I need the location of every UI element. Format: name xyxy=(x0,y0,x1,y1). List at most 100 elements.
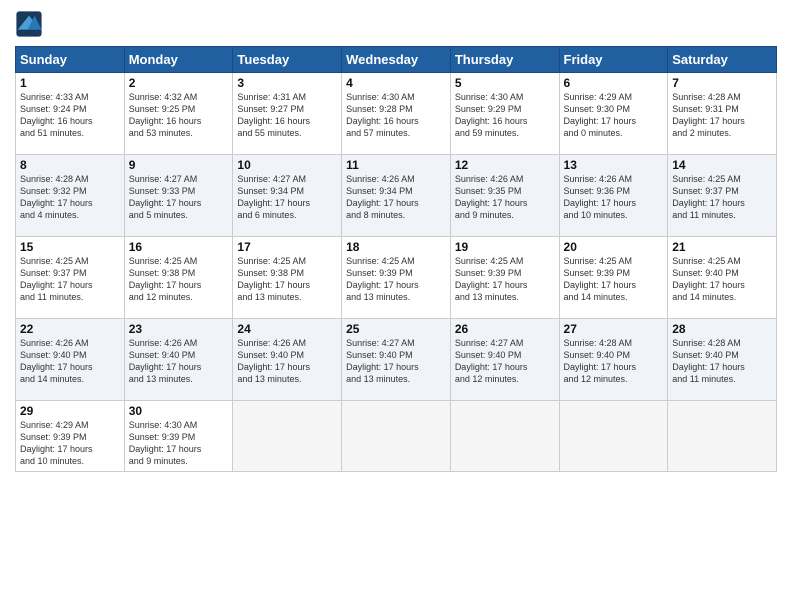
calendar-cell: 17Sunrise: 4:25 AM Sunset: 9:38 PM Dayli… xyxy=(233,237,342,319)
day-number: 30 xyxy=(129,404,229,418)
day-info: Sunrise: 4:26 AM Sunset: 9:40 PM Dayligh… xyxy=(237,337,337,386)
calendar-cell xyxy=(342,401,451,472)
calendar-cell xyxy=(450,401,559,472)
calendar-cell: 20Sunrise: 4:25 AM Sunset: 9:39 PM Dayli… xyxy=(559,237,668,319)
calendar-cell: 1Sunrise: 4:33 AM Sunset: 9:24 PM Daylig… xyxy=(16,73,125,155)
calendar-cell: 9Sunrise: 4:27 AM Sunset: 9:33 PM Daylig… xyxy=(124,155,233,237)
weekday-header-wednesday: Wednesday xyxy=(342,47,451,73)
day-number: 4 xyxy=(346,76,446,90)
day-number: 1 xyxy=(20,76,120,90)
day-info: Sunrise: 4:30 AM Sunset: 9:29 PM Dayligh… xyxy=(455,91,555,140)
weekday-header-sunday: Sunday xyxy=(16,47,125,73)
day-number: 13 xyxy=(564,158,664,172)
calendar-cell xyxy=(559,401,668,472)
day-info: Sunrise: 4:25 AM Sunset: 9:37 PM Dayligh… xyxy=(20,255,120,304)
day-number: 27 xyxy=(564,322,664,336)
day-number: 5 xyxy=(455,76,555,90)
day-info: Sunrise: 4:25 AM Sunset: 9:38 PM Dayligh… xyxy=(129,255,229,304)
day-number: 24 xyxy=(237,322,337,336)
day-info: Sunrise: 4:26 AM Sunset: 9:34 PM Dayligh… xyxy=(346,173,446,222)
day-number: 18 xyxy=(346,240,446,254)
calendar-cell: 6Sunrise: 4:29 AM Sunset: 9:30 PM Daylig… xyxy=(559,73,668,155)
day-info: Sunrise: 4:26 AM Sunset: 9:40 PM Dayligh… xyxy=(129,337,229,386)
day-number: 19 xyxy=(455,240,555,254)
calendar-cell: 12Sunrise: 4:26 AM Sunset: 9:35 PM Dayli… xyxy=(450,155,559,237)
calendar-week-2: 8Sunrise: 4:28 AM Sunset: 9:32 PM Daylig… xyxy=(16,155,777,237)
day-info: Sunrise: 4:25 AM Sunset: 9:39 PM Dayligh… xyxy=(564,255,664,304)
calendar-cell: 15Sunrise: 4:25 AM Sunset: 9:37 PM Dayli… xyxy=(16,237,125,319)
calendar-cell: 3Sunrise: 4:31 AM Sunset: 9:27 PM Daylig… xyxy=(233,73,342,155)
day-number: 25 xyxy=(346,322,446,336)
day-number: 21 xyxy=(672,240,772,254)
day-info: Sunrise: 4:33 AM Sunset: 9:24 PM Dayligh… xyxy=(20,91,120,140)
calendar-cell: 26Sunrise: 4:27 AM Sunset: 9:40 PM Dayli… xyxy=(450,319,559,401)
calendar-cell: 28Sunrise: 4:28 AM Sunset: 9:40 PM Dayli… xyxy=(668,319,777,401)
day-info: Sunrise: 4:28 AM Sunset: 9:32 PM Dayligh… xyxy=(20,173,120,222)
day-number: 11 xyxy=(346,158,446,172)
weekday-header-friday: Friday xyxy=(559,47,668,73)
day-info: Sunrise: 4:27 AM Sunset: 9:40 PM Dayligh… xyxy=(455,337,555,386)
day-info: Sunrise: 4:29 AM Sunset: 9:39 PM Dayligh… xyxy=(20,419,120,468)
day-info: Sunrise: 4:28 AM Sunset: 9:40 PM Dayligh… xyxy=(672,337,772,386)
day-number: 29 xyxy=(20,404,120,418)
day-number: 10 xyxy=(237,158,337,172)
day-info: Sunrise: 4:28 AM Sunset: 9:31 PM Dayligh… xyxy=(672,91,772,140)
day-info: Sunrise: 4:25 AM Sunset: 9:39 PM Dayligh… xyxy=(346,255,446,304)
calendar-cell: 19Sunrise: 4:25 AM Sunset: 9:39 PM Dayli… xyxy=(450,237,559,319)
calendar-cell: 4Sunrise: 4:30 AM Sunset: 9:28 PM Daylig… xyxy=(342,73,451,155)
calendar-cell: 7Sunrise: 4:28 AM Sunset: 9:31 PM Daylig… xyxy=(668,73,777,155)
day-number: 12 xyxy=(455,158,555,172)
day-info: Sunrise: 4:31 AM Sunset: 9:27 PM Dayligh… xyxy=(237,91,337,140)
day-info: Sunrise: 4:25 AM Sunset: 9:40 PM Dayligh… xyxy=(672,255,772,304)
day-number: 6 xyxy=(564,76,664,90)
day-info: Sunrise: 4:26 AM Sunset: 9:36 PM Dayligh… xyxy=(564,173,664,222)
day-info: Sunrise: 4:28 AM Sunset: 9:40 PM Dayligh… xyxy=(564,337,664,386)
day-number: 26 xyxy=(455,322,555,336)
day-info: Sunrise: 4:27 AM Sunset: 9:33 PM Dayligh… xyxy=(129,173,229,222)
calendar-cell: 10Sunrise: 4:27 AM Sunset: 9:34 PM Dayli… xyxy=(233,155,342,237)
day-number: 17 xyxy=(237,240,337,254)
day-info: Sunrise: 4:30 AM Sunset: 9:39 PM Dayligh… xyxy=(129,419,229,468)
day-info: Sunrise: 4:30 AM Sunset: 9:28 PM Dayligh… xyxy=(346,91,446,140)
calendar-cell: 30Sunrise: 4:30 AM Sunset: 9:39 PM Dayli… xyxy=(124,401,233,472)
calendar-cell: 24Sunrise: 4:26 AM Sunset: 9:40 PM Dayli… xyxy=(233,319,342,401)
calendar-cell: 14Sunrise: 4:25 AM Sunset: 9:37 PM Dayli… xyxy=(668,155,777,237)
calendar-cell: 18Sunrise: 4:25 AM Sunset: 9:39 PM Dayli… xyxy=(342,237,451,319)
day-number: 22 xyxy=(20,322,120,336)
day-info: Sunrise: 4:32 AM Sunset: 9:25 PM Dayligh… xyxy=(129,91,229,140)
calendar-table: SundayMondayTuesdayWednesdayThursdayFrid… xyxy=(15,46,777,472)
weekday-header-row: SundayMondayTuesdayWednesdayThursdayFrid… xyxy=(16,47,777,73)
day-number: 7 xyxy=(672,76,772,90)
day-info: Sunrise: 4:27 AM Sunset: 9:34 PM Dayligh… xyxy=(237,173,337,222)
calendar-week-5: 29Sunrise: 4:29 AM Sunset: 9:39 PM Dayli… xyxy=(16,401,777,472)
day-number: 16 xyxy=(129,240,229,254)
calendar-cell: 21Sunrise: 4:25 AM Sunset: 9:40 PM Dayli… xyxy=(668,237,777,319)
day-info: Sunrise: 4:26 AM Sunset: 9:40 PM Dayligh… xyxy=(20,337,120,386)
calendar-cell: 5Sunrise: 4:30 AM Sunset: 9:29 PM Daylig… xyxy=(450,73,559,155)
calendar-cell: 27Sunrise: 4:28 AM Sunset: 9:40 PM Dayli… xyxy=(559,319,668,401)
calendar-cell: 13Sunrise: 4:26 AM Sunset: 9:36 PM Dayli… xyxy=(559,155,668,237)
day-number: 9 xyxy=(129,158,229,172)
day-info: Sunrise: 4:25 AM Sunset: 9:39 PM Dayligh… xyxy=(455,255,555,304)
day-number: 20 xyxy=(564,240,664,254)
day-info: Sunrise: 4:25 AM Sunset: 9:37 PM Dayligh… xyxy=(672,173,772,222)
header xyxy=(15,10,777,38)
weekday-header-thursday: Thursday xyxy=(450,47,559,73)
calendar-cell: 29Sunrise: 4:29 AM Sunset: 9:39 PM Dayli… xyxy=(16,401,125,472)
weekday-header-saturday: Saturday xyxy=(668,47,777,73)
calendar-week-4: 22Sunrise: 4:26 AM Sunset: 9:40 PM Dayli… xyxy=(16,319,777,401)
calendar-cell: 25Sunrise: 4:27 AM Sunset: 9:40 PM Dayli… xyxy=(342,319,451,401)
calendar-cell xyxy=(668,401,777,472)
day-number: 23 xyxy=(129,322,229,336)
calendar-week-1: 1Sunrise: 4:33 AM Sunset: 9:24 PM Daylig… xyxy=(16,73,777,155)
day-info: Sunrise: 4:29 AM Sunset: 9:30 PM Dayligh… xyxy=(564,91,664,140)
weekday-header-monday: Monday xyxy=(124,47,233,73)
day-number: 28 xyxy=(672,322,772,336)
day-number: 8 xyxy=(20,158,120,172)
page: SundayMondayTuesdayWednesdayThursdayFrid… xyxy=(0,0,792,612)
weekday-header-tuesday: Tuesday xyxy=(233,47,342,73)
day-number: 3 xyxy=(237,76,337,90)
calendar-cell: 16Sunrise: 4:25 AM Sunset: 9:38 PM Dayli… xyxy=(124,237,233,319)
logo xyxy=(15,10,47,38)
calendar-cell: 23Sunrise: 4:26 AM Sunset: 9:40 PM Dayli… xyxy=(124,319,233,401)
